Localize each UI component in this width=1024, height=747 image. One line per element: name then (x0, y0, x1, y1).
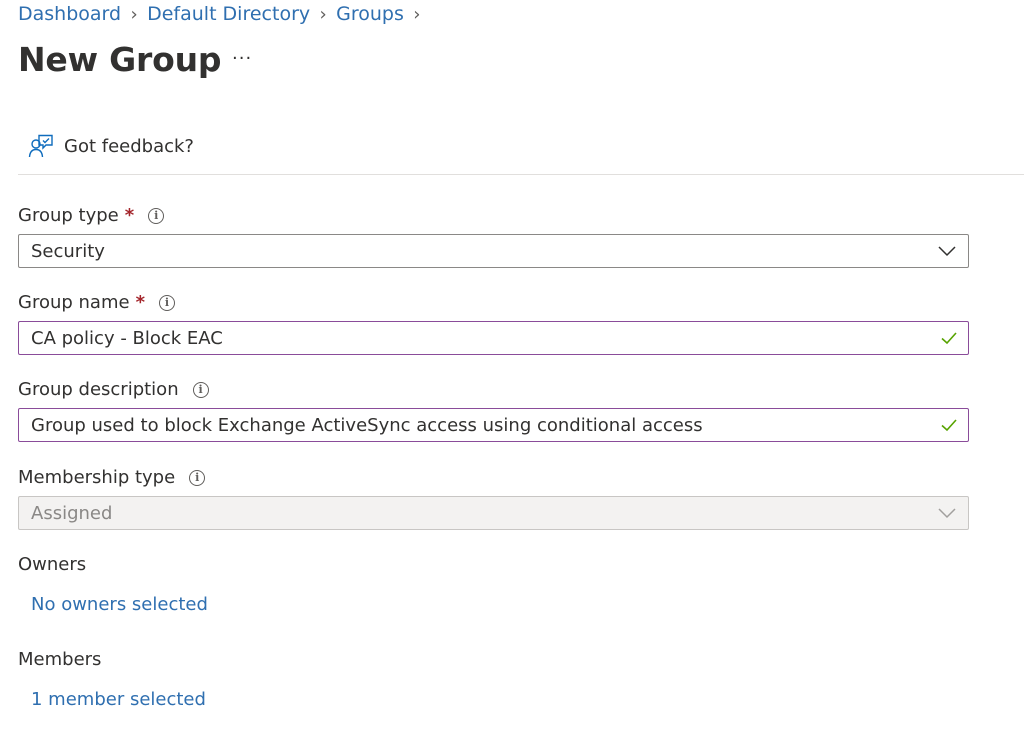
group-name-label: Group name * i (18, 292, 175, 313)
breadcrumb-groups[interactable]: Groups (336, 3, 404, 25)
group-type-label-text: Group type (18, 205, 119, 226)
breadcrumb-default-directory[interactable]: Default Directory (147, 3, 310, 25)
owners-label: Owners (18, 554, 87, 575)
no-owners-selected-link[interactable]: No owners selected (31, 594, 208, 615)
breadcrumb-dashboard[interactable]: Dashboard (18, 3, 121, 25)
more-options-button[interactable]: ··· (232, 48, 252, 69)
membership-type-label: Membership type i (18, 467, 206, 488)
command-bar: Got feedback? (18, 128, 1024, 175)
page-title: New Group (18, 40, 222, 79)
group-type-dropdown[interactable]: Security (18, 234, 969, 268)
checkmark-icon (941, 419, 957, 432)
feedback-icon (28, 134, 53, 158)
group-name-label-text: Group name (18, 292, 130, 313)
chevron-down-icon (938, 508, 956, 519)
feedback-label: Got feedback? (64, 135, 194, 157)
required-marker: * (135, 292, 145, 313)
group-description-input[interactable]: Group used to block Exchange ActiveSync … (18, 408, 969, 442)
checkmark-icon (941, 332, 957, 345)
group-description-label-text: Group description (18, 379, 179, 400)
group-type-label: Group type * i (18, 205, 165, 226)
info-icon[interactable]: i (148, 207, 165, 224)
feedback-button[interactable]: Got feedback? (28, 133, 194, 159)
chevron-down-icon (938, 246, 956, 257)
group-description-label: Group description i (18, 379, 209, 400)
members-selected-link[interactable]: 1 member selected (31, 689, 206, 710)
breadcrumb-chevron-icon: › (319, 3, 327, 25)
group-description-value: Group used to block Exchange ActiveSync … (31, 414, 703, 436)
info-icon[interactable]: i (159, 294, 175, 311)
breadcrumb-chevron-icon: › (130, 3, 138, 25)
group-type-value: Security (31, 240, 105, 262)
membership-type-value: Assigned (31, 502, 113, 524)
info-icon[interactable]: i (192, 381, 209, 398)
info-icon[interactable]: i (189, 469, 206, 486)
group-name-value: CA policy - Block EAC (31, 327, 223, 349)
breadcrumb: Dashboard › Default Directory › Groups › (18, 3, 430, 25)
members-label: Members (18, 649, 102, 670)
required-marker: * (124, 205, 135, 226)
group-name-input[interactable]: CA policy - Block EAC (18, 321, 969, 355)
membership-type-dropdown: Assigned (18, 496, 969, 530)
membership-type-label-text: Membership type (18, 467, 176, 488)
breadcrumb-chevron-icon: › (413, 3, 421, 25)
